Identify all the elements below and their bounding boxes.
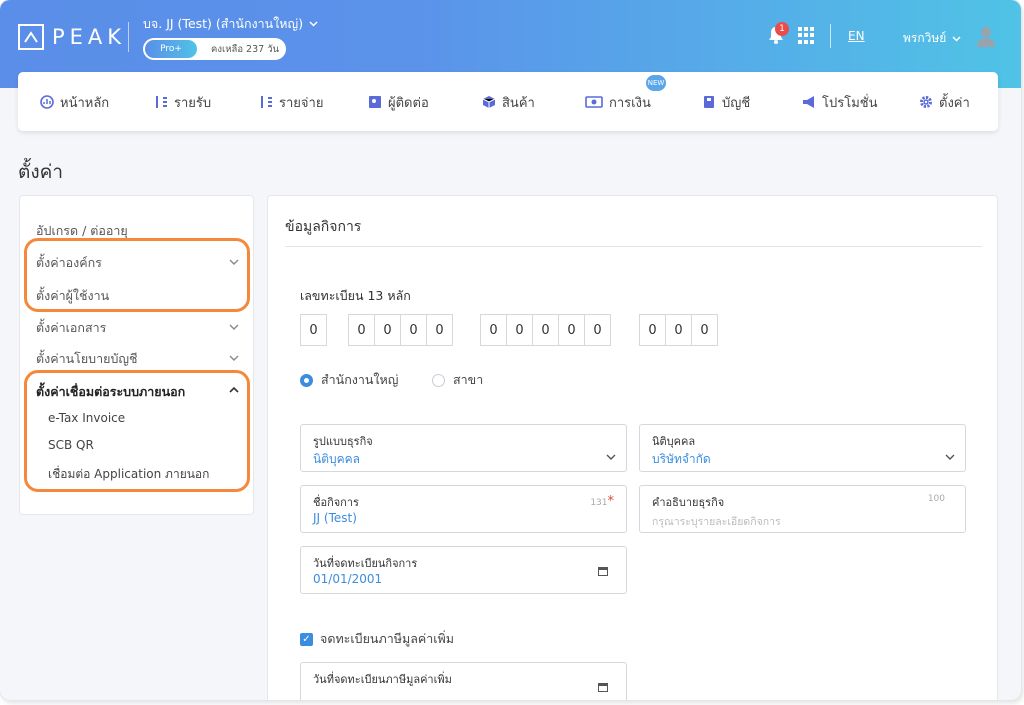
nav-item-home[interactable]: หน้าหลัก bbox=[40, 92, 109, 112]
vat-registered-checkbox[interactable]: ✓ จดทะเบียนภาษีมูลค่าเพิ่ม bbox=[300, 629, 454, 649]
nav-item-finance[interactable]: การเงิน bbox=[585, 92, 651, 112]
tax-id-digit-input[interactable]: 0 bbox=[480, 314, 507, 346]
chevron-up-icon[interactable] bbox=[229, 385, 239, 395]
business-type-select[interactable]: รูปแบบธุรกิจ นิติบุคคล bbox=[300, 424, 627, 472]
tax-id-digit-input[interactable]: 0 bbox=[665, 314, 692, 346]
calendar-icon[interactable] bbox=[598, 683, 608, 692]
checkbox-checked-icon: ✓ bbox=[300, 632, 313, 646]
char-counter: 100 bbox=[927, 494, 945, 504]
money-icon bbox=[585, 95, 603, 109]
nav-item-settings[interactable]: ตั้งค่า bbox=[919, 92, 970, 112]
sidebar-item-documents[interactable]: ตั้งค่าเอกสาร bbox=[36, 318, 106, 338]
logo-text: PEAK bbox=[52, 25, 127, 49]
sidebar-subitem-scb-qr[interactable]: SCB QR bbox=[48, 438, 94, 452]
accounting-book-icon bbox=[702, 95, 716, 109]
tax-id-digit-input[interactable]: 0 bbox=[348, 314, 375, 346]
page-title: ตั้งค่า bbox=[18, 161, 63, 183]
sidebar-subitem-external-app[interactable]: เชื่อมต่อ Application ภายนอก bbox=[48, 465, 209, 484]
chevron-down-icon[interactable] bbox=[229, 322, 239, 332]
user-menu[interactable]: พรกวิษย์ bbox=[903, 29, 961, 48]
chevron-down-icon bbox=[606, 454, 616, 460]
main-nav: หน้าหลัก รายรับ รายจ่าย ผู้ติดต่อ สินค้า… bbox=[18, 72, 998, 131]
product-box-icon bbox=[482, 95, 496, 109]
avatar[interactable] bbox=[974, 24, 998, 48]
plan-remaining: คงเหลือ 237 วัน bbox=[211, 43, 280, 55]
tax-id-digit-input[interactable]: 0 bbox=[374, 314, 401, 346]
settings-sidebar: อัปเกรด / ต่ออายุ ตั้งค่าองค์กร ตั้งค่าผ… bbox=[19, 195, 254, 515]
tax-id-digit-input[interactable]: 0 bbox=[426, 314, 453, 346]
header-divider bbox=[128, 22, 129, 52]
logo-mark-icon bbox=[18, 24, 44, 50]
plan-status[interactable]: Pro+ คงเหลือ 237 วัน bbox=[143, 38, 286, 60]
plan-badge: Pro+ bbox=[145, 40, 197, 58]
business-name-field[interactable]: ชื่อกิจการ JJ (Test) 131* bbox=[300, 485, 627, 533]
radio-unselected-icon bbox=[432, 373, 445, 387]
tax-id-digit-input[interactable]: 0 bbox=[639, 314, 666, 346]
app-window: PEAK บจ. JJ (Test) (สำนักงานใหญ่) Pro+ ค… bbox=[0, 0, 1021, 700]
business-info-panel: ข้อมูลกิจการ เลขทะเบียน 13 หลัก 0 0 0 0 … bbox=[267, 195, 998, 700]
sidebar-item-upgrade[interactable]: อัปเกรด / ต่ออายุ bbox=[36, 221, 128, 241]
nav-item-income[interactable]: รายรับ bbox=[154, 92, 211, 112]
radio-branch[interactable]: สาขา bbox=[432, 372, 483, 388]
section-divider bbox=[285, 246, 982, 247]
radio-selected-icon bbox=[300, 373, 313, 387]
peak-logo[interactable]: PEAK bbox=[18, 24, 126, 50]
sidebar-item-accounting-policy[interactable]: ตั้งค่านโยบายบัญชี bbox=[36, 349, 138, 369]
chevron-down-icon bbox=[952, 35, 961, 42]
chevron-down-icon[interactable] bbox=[229, 257, 239, 267]
tax-id-digit-input[interactable]: 0 bbox=[506, 314, 533, 346]
apps-grid-icon[interactable] bbox=[798, 27, 815, 44]
company-selector[interactable]: บจ. JJ (Test) (สำนักงานใหญ่) bbox=[143, 14, 318, 34]
char-counter: 131* bbox=[590, 494, 614, 509]
gear-icon bbox=[919, 95, 933, 109]
header-divider bbox=[830, 24, 831, 48]
tax-id-digit-input[interactable]: 0 bbox=[300, 314, 327, 346]
registration-date-field[interactable]: วันที่จดทะเบียนกิจการ 01/01/2001 bbox=[300, 546, 627, 594]
income-icon bbox=[154, 95, 168, 109]
notification-count: 1 bbox=[775, 22, 789, 36]
juristic-type-select[interactable]: นิติบุคคล บริษัทจำกัด bbox=[639, 424, 966, 472]
nav-item-contacts[interactable]: ผู้ติดต่อ bbox=[368, 92, 429, 112]
tax-id-digit-input[interactable]: 0 bbox=[400, 314, 427, 346]
business-description-field[interactable]: คำอธิบายธุรกิจ กรุณาระบุรายละเอียดกิจการ… bbox=[639, 485, 966, 533]
vat-registration-date-field[interactable]: วันที่จดทะเบียนภาษีมูลค่าเพิ่ม bbox=[300, 662, 627, 700]
nav-item-expense[interactable]: รายจ่าย bbox=[259, 92, 323, 112]
new-badge: NEW bbox=[646, 75, 666, 91]
placeholder-text: กรุณาระบุรายละเอียดกิจการ bbox=[652, 516, 781, 528]
sidebar-subitem-etax[interactable]: e-Tax Invoice bbox=[48, 411, 125, 425]
required-mark: * bbox=[607, 494, 615, 509]
chevron-down-icon bbox=[309, 21, 318, 27]
calendar-icon[interactable] bbox=[598, 567, 608, 576]
nav-item-products[interactable]: สินค้า bbox=[482, 92, 535, 112]
expense-icon bbox=[259, 95, 273, 109]
tax-id-digit-input[interactable]: 0 bbox=[584, 314, 611, 346]
contact-icon bbox=[368, 95, 382, 109]
sidebar-item-integrations[interactable]: ตั้งค่าเชื่อมต่อระบบภายนอก bbox=[36, 382, 185, 402]
user-name: พรกวิษย์ bbox=[903, 31, 947, 45]
nav-item-accounting[interactable]: บัญชี bbox=[702, 92, 750, 112]
chevron-down-icon[interactable] bbox=[229, 353, 239, 363]
tax-id-digit-input[interactable]: 0 bbox=[558, 314, 585, 346]
sidebar-item-users[interactable]: ตั้งค่าผู้ใช้งาน bbox=[36, 286, 109, 306]
sidebar-item-organization[interactable]: ตั้งค่าองค์กร bbox=[36, 253, 102, 273]
tax-id-label: เลขทะเบียน 13 หลัก bbox=[300, 288, 411, 303]
company-name: บจ. JJ (Test) (สำนักงานใหญ่) bbox=[143, 16, 304, 31]
nav-item-promotion[interactable]: โปรโมชั่น bbox=[802, 92, 877, 112]
tax-id-digit-input[interactable]: 0 bbox=[532, 314, 559, 346]
dashboard-icon bbox=[40, 95, 54, 109]
language-switch[interactable]: EN bbox=[848, 29, 865, 43]
radio-head-office[interactable]: สำนักงานใหญ่ bbox=[300, 372, 398, 388]
chevron-down-icon bbox=[945, 454, 955, 460]
megaphone-icon bbox=[802, 95, 816, 109]
section-title: ข้อมูลกิจการ bbox=[285, 219, 362, 235]
tax-id-digit-input[interactable]: 0 bbox=[691, 314, 718, 346]
